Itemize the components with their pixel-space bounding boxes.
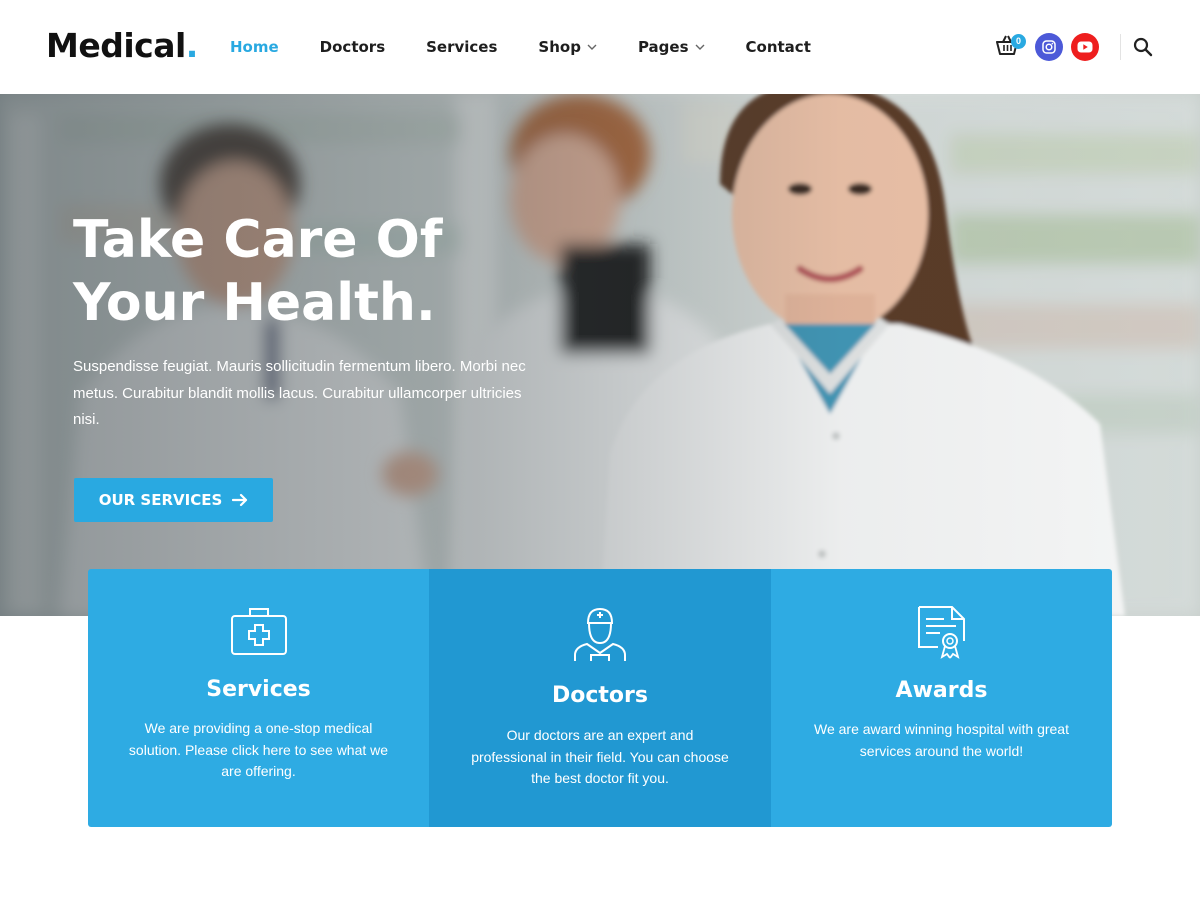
- nav-item-pages[interactable]: Pages: [638, 38, 705, 56]
- site-header: Medical. Home Doctors Services Shop Page…: [0, 0, 1200, 94]
- chevron-down-icon: [587, 44, 597, 50]
- feature-card-awards[interactable]: Awards We are award winning hospital wit…: [771, 569, 1112, 827]
- nav-item-doctors[interactable]: Doctors: [320, 38, 385, 56]
- feature-title: Doctors: [552, 683, 648, 708]
- features-section: Services We are providing a one-stop med…: [88, 569, 1112, 827]
- hero-banner: Take Care Of Your Health. Suspendisse feu…: [0, 94, 1200, 616]
- arrow-right-icon: [232, 493, 248, 507]
- feature-title: Awards: [895, 678, 988, 703]
- search-icon[interactable]: [1133, 37, 1153, 57]
- feature-text: We are providing a one-stop medical solu…: [128, 720, 389, 779]
- feature-card-doctors[interactable]: Doctors Our doctors are an expert and pr…: [429, 569, 771, 827]
- site-logo[interactable]: Medical.: [46, 26, 198, 65]
- feature-title: Services: [206, 677, 311, 702]
- hero-description: Suspendisse feugiat. Mauris sollicitudin…: [73, 358, 526, 428]
- header-divider: [1120, 34, 1121, 60]
- youtube-icon[interactable]: [1071, 33, 1099, 61]
- nav-item-services[interactable]: Services: [426, 38, 497, 56]
- nav-item-shop[interactable]: Shop: [538, 38, 597, 56]
- chevron-down-icon: [695, 44, 705, 50]
- feature-text: Our doctors are an expert and profession…: [471, 727, 729, 786]
- feature-card-services[interactable]: Services We are providing a one-stop med…: [88, 569, 429, 827]
- nav-item-contact[interactable]: Contact: [746, 38, 811, 56]
- doctor-icon: [574, 607, 626, 661]
- first-aid-kit-icon: [230, 608, 287, 655]
- certificate-icon: [917, 606, 965, 659]
- our-services-button[interactable]: OUR SERVICES: [74, 478, 273, 522]
- main-nav: Home Doctors Services Shop Pages Contact: [230, 0, 852, 94]
- instagram-icon[interactable]: [1035, 33, 1063, 61]
- feature-text: We are award winning hospital with great…: [814, 721, 1069, 759]
- nav-item-home[interactable]: Home: [230, 38, 279, 56]
- cart-count-badge: 0: [1011, 34, 1026, 49]
- hero-title: Take Care Of Your Health.: [73, 210, 443, 333]
